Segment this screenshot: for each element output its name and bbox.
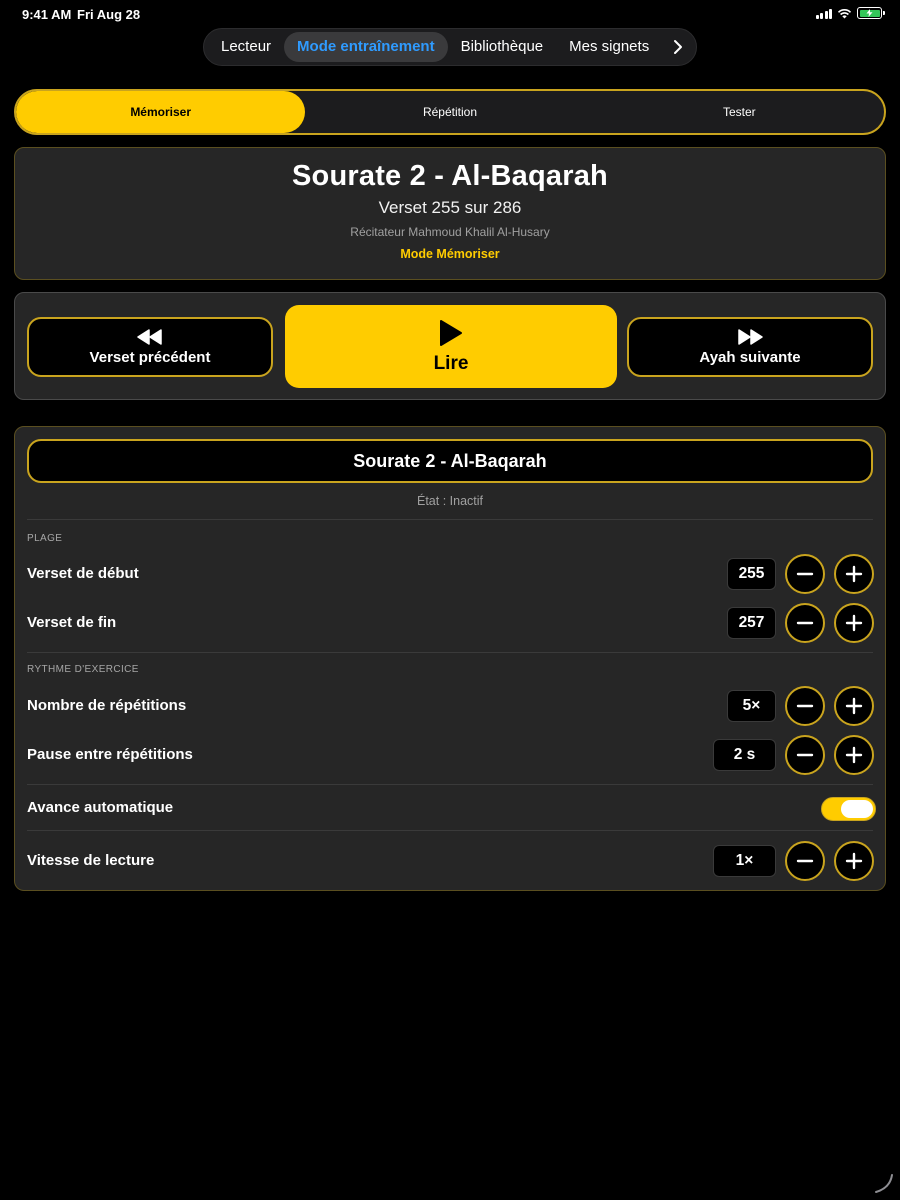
top-navigation: Lecteur Mode entraînement Bibliothèque M… [203,28,697,66]
repetitions-increment-button[interactable] [834,686,874,726]
fast-forward-icon [738,328,763,345]
plus-icon [845,697,863,715]
toggle-knob [841,800,873,818]
divider [27,830,873,831]
current-mode-label: Mode Mémoriser [400,247,500,261]
minus-icon [796,753,814,757]
previous-verse-label: Verset précédent [89,348,211,366]
next-ayah-label: Ayah suivante [699,348,801,366]
pause-decrement-button[interactable] [785,735,825,775]
end-verse-row: Verset de fin 257 [27,603,875,643]
playback-speed-label: Vitesse de lecture [27,852,155,869]
start-verse-label: Verset de début [27,565,139,582]
plus-icon [845,565,863,583]
start-verse-increment-button[interactable] [834,554,874,594]
end-verse-increment-button[interactable] [834,603,874,643]
end-verse-decrement-button[interactable] [785,603,825,643]
chevron-right-icon[interactable] [666,32,690,62]
divider [27,652,873,653]
minus-icon [796,572,814,576]
start-verse-decrement-button[interactable] [785,554,825,594]
minus-icon [796,621,814,625]
playback-speed-value: 1× [713,845,776,877]
plus-icon [845,852,863,870]
auto-advance-label: Avance automatique [27,799,174,816]
battery-icon [857,7,885,19]
repetitions-value: 5× [727,690,776,722]
nav-tab-bibliotheque[interactable]: Bibliothèque [448,32,557,62]
player-controls: Verset précédent Lire Ayah suivante [14,292,886,400]
minus-icon [796,859,814,863]
start-verse-value: 255 [727,558,776,590]
wifi-icon [837,8,852,18]
pause-label: Pause entre répétitions [27,746,193,763]
tab-tester[interactable]: Tester [595,91,884,133]
tab-repetition[interactable]: Répétition [305,91,594,133]
nav-tab-lecteur[interactable]: Lecteur [208,32,284,62]
auto-advance-toggle[interactable] [821,797,876,821]
status-indicators [815,7,885,19]
mode-tabs: Mémoriser Répétition Tester [14,89,886,135]
repetitions-decrement-button[interactable] [785,686,825,726]
playback-speed-decrement-button[interactable] [785,841,825,881]
verse-position: Verset 255 sur 286 [378,198,522,217]
repetitions-row: Nombre de répétitions 5× [27,686,875,726]
status-bar: 9:41 AM Fri Aug 28 [0,0,900,30]
reciter-name: Récitateur Mahmoud Khalil Al-Husary [350,225,550,239]
divider [27,519,873,520]
plus-icon [845,746,863,764]
playback-speed-row: Vitesse de lecture 1× [27,841,875,881]
play-button[interactable]: Lire [285,305,617,388]
auto-advance-row: Avance automatique [27,788,876,828]
previous-verse-button[interactable]: Verset précédent [27,317,273,377]
playback-speed-increment-button[interactable] [834,841,874,881]
end-verse-value: 257 [727,607,776,639]
play-label: Lire [433,352,469,374]
repetitions-label: Nombre de répétitions [27,697,187,714]
nav-tab-mode-entrainement[interactable]: Mode entraînement [284,32,448,62]
tab-memoriser[interactable]: Mémoriser [16,91,306,133]
rewind-icon [137,328,162,345]
pause-increment-button[interactable] [834,735,874,775]
nav-tab-mes-signets[interactable]: Mes signets [556,32,662,62]
minus-icon [796,704,814,708]
practice-settings-card: Sourate 2 - Al-Baqarah État : Inactif PL… [14,426,886,891]
surah-info-card: Sourate 2 - Al-Baqarah Verset 255 sur 28… [14,147,886,280]
section-header-rhythm: RYTHME D'EXERCICE [27,664,139,675]
start-verse-row: Verset de début 255 [27,554,875,594]
divider [27,784,873,785]
end-verse-label: Verset de fin [27,614,117,631]
plus-icon [845,614,863,632]
status-date: Fri Aug 28 [77,7,141,22]
pause-value: 2 s [713,739,776,771]
next-ayah-button[interactable]: Ayah suivante [627,317,873,377]
surah-title: Sourate 2 - Al-Baqarah [292,160,608,192]
surah-selector-button[interactable]: Sourate 2 - Al-Baqarah [27,439,873,483]
cellular-signal-icon [815,8,832,19]
playback-status: État : Inactif [416,494,483,508]
section-header-range: PLAGE [27,533,63,544]
status-time: 9:41 AM [22,7,72,22]
pause-row: Pause entre répétitions 2 s [27,735,875,775]
play-icon [440,319,462,346]
resize-corner-icon [875,1174,893,1193]
